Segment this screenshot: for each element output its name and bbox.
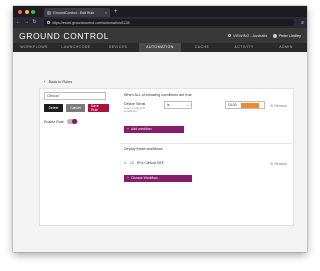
close-icon: ⊗ (270, 103, 274, 108)
maximize-window-icon[interactable] (31, 9, 35, 14)
workflows-title: Deploy these workflows (124, 147, 163, 151)
nav-admin[interactable]: ADMIN (265, 43, 307, 52)
header-right: VIEWING - Australia Peter Lindley (227, 33, 301, 38)
workflow-id: 28 (129, 161, 134, 165)
favicon-icon (47, 10, 51, 15)
conditions-title: When ALL of following conditions are tru… (124, 93, 192, 97)
workflow-item: 1. 28 PHL Clinical OEF (124, 161, 164, 165)
condition-operator-select[interactable]: is ⌄ (164, 101, 192, 109)
rule-editor-panel: Clinical Delete Cancel Save Rule Enable … (39, 88, 294, 226)
user-menu[interactable]: Peter Lindley (273, 33, 301, 38)
nav-devices[interactable]: DEVICES (97, 43, 139, 52)
save-rule-button[interactable]: Save Rule (88, 104, 109, 112)
section-divider (120, 143, 292, 144)
user-name: Peter Lindley (278, 33, 301, 38)
minimize-window-icon[interactable] (24, 9, 29, 14)
reload-icon[interactable]: ↻ (32, 20, 37, 25)
browser-menu-icon[interactable]: ≡ (301, 20, 304, 26)
add-condition-button[interactable]: + Add condition (124, 126, 184, 133)
region-selector[interactable]: VIEWING - Australia (227, 33, 268, 38)
plus-icon: + (127, 127, 129, 132)
remove-condition-label: Remove (274, 103, 287, 108)
add-condition-label: Add condition (130, 127, 152, 132)
workflow-name: PHL Clinical OEF (136, 161, 164, 165)
app-header: GROUND CONTROL VIEWING - Australia Peter… (13, 28, 307, 43)
main-content: ‹ Back to Rules Clinical Delete Cancel S… (13, 52, 307, 252)
choose-workflow-button[interactable]: + Choose Workflow... (124, 175, 192, 182)
nav-activity[interactable]: ACTIVITY (223, 43, 265, 52)
rule-name-input[interactable]: Clinical (44, 92, 106, 100)
browser-tab-bar: GroundControl - Edit Rule × + (13, 6, 307, 17)
globe-icon (227, 33, 232, 38)
main-nav: WORKFLOWS LAUNCHCODE DEVICES AUTOMATION … (13, 43, 307, 52)
condition-value-prefix: DL00 (228, 103, 237, 107)
avatar (273, 33, 278, 38)
back-chevron-icon: ‹ (44, 79, 46, 85)
redaction-mark (241, 103, 259, 108)
browser-window: GroundControl - Edit Rule × + ← → ↻ http… (13, 6, 307, 252)
tab-title: GroundControl - Edit Rule (53, 10, 95, 15)
close-tab-icon[interactable]: × (105, 10, 107, 15)
enable-rule-toggle[interactable] (66, 119, 78, 124)
nav-automation[interactable]: AUTOMATION (139, 43, 181, 52)
back-to-rules-link[interactable]: ‹ Back to Rules (44, 79, 72, 85)
delete-button[interactable]: Delete (44, 104, 63, 112)
new-tab-icon[interactable]: + (114, 9, 118, 15)
nav-workflows[interactable]: WORKFLOWS (13, 43, 55, 52)
enable-rule-label: Enable Rule (44, 119, 64, 124)
forward-arrow-icon[interactable]: → (24, 20, 29, 25)
condition-value-input[interactable]: DL00 (225, 101, 265, 109)
workflow-number: 1. (124, 161, 127, 165)
browser-nav-bar: ← → ↻ https://excel.groundcontrol.com/au… (13, 17, 307, 28)
rule-definition: When ALL of following conditions are tru… (120, 89, 292, 227)
nav-launchcode[interactable]: LAUNCHCODE (55, 43, 97, 52)
toggle-knob (72, 119, 78, 124)
lock-icon (47, 21, 50, 24)
chevron-down-icon: ⌄ (185, 103, 189, 107)
close-window-icon[interactable] (18, 9, 22, 14)
enable-rule-row: Enable Rule (44, 119, 78, 124)
browser-tab[interactable]: GroundControl - Edit Rule × (44, 8, 110, 17)
url-text: https://excel.groundcontrol.com/automati… (52, 20, 130, 25)
rule-actions: Delete Cancel Save Rule (44, 104, 109, 112)
close-icon: ⊗ (270, 161, 274, 166)
back-label: Back to Rules (48, 80, 73, 84)
condition-field-hint: Learn a rule to fit conditions... (124, 105, 145, 113)
operator-value: is (167, 103, 170, 107)
choose-workflow-label: Choose Workflow... (130, 176, 161, 181)
plus-icon: + (127, 176, 129, 181)
app-logo[interactable]: GROUND CONTROL (19, 31, 109, 41)
nav-cache[interactable]: CACHE (181, 43, 223, 52)
cancel-button[interactable]: Cancel (66, 104, 85, 112)
region-label: VIEWING - Australia (232, 33, 268, 38)
back-arrow-icon[interactable]: ← (16, 20, 21, 25)
address-bar[interactable]: https://excel.groundcontrol.com/automati… (44, 19, 295, 26)
remove-workflow-label: Remove (274, 161, 287, 166)
window-controls (18, 9, 35, 14)
remove-workflow-button[interactable]: ⊗ Remove (270, 161, 287, 166)
remove-condition-button[interactable]: ⊗ Remove (270, 103, 287, 108)
